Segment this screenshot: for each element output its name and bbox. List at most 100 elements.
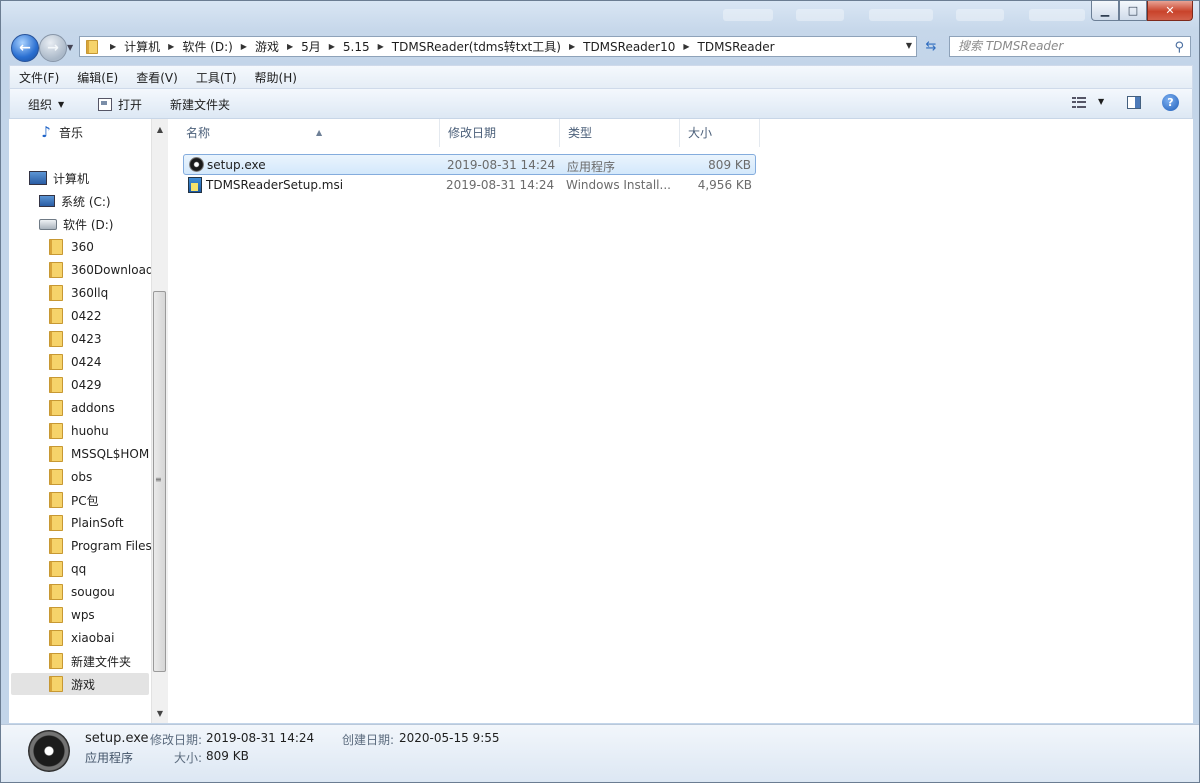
tree-folder[interactable]: 360Download xyxy=(49,260,151,280)
recent-pages-dropdown[interactable]: ▼ xyxy=(67,43,73,52)
file-row-setup-exe[interactable]: setup.exe 2019-08-31 14:24 应用程序 809 KB xyxy=(183,154,756,175)
tree-folder[interactable]: 0423 xyxy=(49,329,102,349)
address-bar[interactable]: ▶ 计算机 ▶ 软件 (D:) ▶ 游戏 ▶ 5月 ▶ 5.15 ▶ TDMSR… xyxy=(79,36,917,57)
title-bar[interactable]: ▁ □ ✕ xyxy=(1,1,1199,31)
forward-button[interactable]: → xyxy=(39,34,67,62)
scroll-up-icon[interactable]: ▲ xyxy=(152,121,168,137)
tree-item-computer[interactable]: 计算机 xyxy=(29,168,89,188)
tree-folder-selected[interactable]: 游戏 xyxy=(49,674,95,694)
tree-folder[interactable]: Program Files xyxy=(49,536,151,556)
tree-item-label: 系统 (C:) xyxy=(61,194,111,209)
computer-icon xyxy=(29,171,47,185)
new-folder-button[interactable]: 新建文件夹 xyxy=(170,96,230,113)
tree-folder[interactable]: 360 xyxy=(49,237,94,257)
tree-folder-label: 360llq xyxy=(71,286,109,300)
explorer-window: ▁ □ ✕ ← → ▼ ▶ 计算机 ▶ 软件 (D:) ▶ 游戏 ▶ 5月 ▶ … xyxy=(0,0,1200,783)
details-size-label: 大小: xyxy=(174,751,203,765)
music-note-icon: ♪ xyxy=(41,123,51,141)
tree-folder[interactable]: qq xyxy=(49,559,86,579)
breadcrumb-tdmsreader10[interactable]: TDMSReader10 xyxy=(583,40,675,54)
tree-folder[interactable]: huohu xyxy=(49,421,109,441)
preview-pane-icon[interactable] xyxy=(1127,96,1141,109)
menu-view[interactable]: 查看(V) xyxy=(127,69,187,86)
tree-folder[interactable]: PlainSoft xyxy=(49,513,124,533)
tree-item-drive-d[interactable]: 软件 (D:) xyxy=(39,214,113,234)
breadcrumb-arrow-icon[interactable]: ▶ xyxy=(168,42,174,51)
details-created-value: 2020-05-15 9:55 xyxy=(399,731,500,745)
tree-folder[interactable]: obs xyxy=(49,467,92,487)
breadcrumb-may[interactable]: 5月 xyxy=(301,38,321,55)
tree-item-music[interactable]: ♪ 音乐 xyxy=(39,122,83,142)
breadcrumb-arrow-icon[interactable]: ▶ xyxy=(329,42,335,51)
sort-ascending-icon: ▲ xyxy=(316,128,323,137)
view-options-dropdown[interactable]: ▼ xyxy=(1098,97,1104,106)
details-size-value: 809 KB xyxy=(206,749,249,763)
open-label: 打开 xyxy=(118,98,143,112)
breadcrumb-drive-d[interactable]: 软件 (D:) xyxy=(182,38,232,55)
close-button[interactable]: ✕ xyxy=(1147,1,1193,21)
address-history-dropdown[interactable]: ▼ xyxy=(906,41,912,50)
tree-folder[interactable]: addons xyxy=(49,398,115,418)
file-list: 名称 ▲ 修改日期 类型 大小 setup.exe 2019-08-31 14:… xyxy=(168,119,1193,723)
breadcrumb-computer[interactable]: 计算机 xyxy=(124,38,160,55)
breadcrumb-tdmsreader[interactable]: TDMSReader xyxy=(698,40,775,54)
background-window-ghost xyxy=(956,9,1004,21)
menu-help[interactable]: 帮助(H) xyxy=(246,69,306,86)
minimize-icon: ▁ xyxy=(1100,4,1110,17)
folder-icon xyxy=(49,607,63,623)
breadcrumb-arrow-icon[interactable]: ▶ xyxy=(287,42,293,51)
tree-folder-label: sougou xyxy=(71,585,115,599)
tree-folder[interactable]: MSSQL$HOM xyxy=(49,444,149,464)
navigation-scrollbar[interactable]: ▲ ≡ ▼ xyxy=(151,119,168,723)
tree-folder[interactable]: 0424 xyxy=(49,352,102,372)
column-header-date[interactable]: 修改日期 xyxy=(440,119,560,147)
tree-folder[interactable]: PC包 xyxy=(49,490,99,510)
tree-folder-label: 0424 xyxy=(71,355,102,369)
organize-label: 组织 xyxy=(28,98,53,112)
tree-folder[interactable]: wps xyxy=(49,605,95,625)
open-button[interactable]: 打开 xyxy=(98,96,142,113)
breadcrumb-arrow-icon[interactable]: ▶ xyxy=(241,42,247,51)
back-button[interactable]: ← xyxy=(11,34,39,62)
tree-folder[interactable]: 360llq xyxy=(49,283,108,303)
organize-button[interactable]: 组织 ▼ xyxy=(28,96,64,113)
breadcrumb-games[interactable]: 游戏 xyxy=(255,38,279,55)
tree-folder[interactable]: 0422 xyxy=(49,306,102,326)
folder-icon xyxy=(49,515,63,531)
tree-folder-label: 游戏 xyxy=(71,677,96,692)
minimize-button[interactable]: ▁ xyxy=(1091,1,1119,21)
maximize-button[interactable]: □ xyxy=(1119,1,1147,21)
help-icon[interactable]: ? xyxy=(1162,94,1179,111)
hard-drive-icon xyxy=(39,218,57,230)
breadcrumb-arrow-icon[interactable]: ▶ xyxy=(569,42,575,51)
tree-folder[interactable]: 新建文件夹 xyxy=(49,651,131,671)
breadcrumb-arrow-icon[interactable]: ▶ xyxy=(110,42,116,51)
tree-folder[interactable]: 0429 xyxy=(49,375,102,395)
column-header-size[interactable]: 大小 xyxy=(680,119,760,147)
search-input[interactable]: 搜索 TDMSReader ⚲ xyxy=(949,36,1191,57)
column-header-name[interactable]: 名称 ▲ xyxy=(178,119,440,147)
file-size: 4,956 KB xyxy=(697,178,752,192)
column-header-type[interactable]: 类型 xyxy=(560,119,680,147)
breadcrumb-arrow-icon[interactable]: ▶ xyxy=(378,42,384,51)
breadcrumb-5-15[interactable]: 5.15 xyxy=(343,40,370,54)
search-icon[interactable]: ⚲ xyxy=(1174,38,1184,57)
search-placeholder: 搜索 TDMSReader xyxy=(958,39,1064,53)
breadcrumb-arrow-icon[interactable]: ▶ xyxy=(683,42,689,51)
menu-tools[interactable]: 工具(T) xyxy=(187,69,246,86)
tree-folder[interactable]: sougou xyxy=(49,582,115,602)
tree-folder[interactable]: xiaobai xyxy=(49,628,114,648)
file-date: 2019-08-31 14:24 xyxy=(446,178,555,192)
breadcrumb-tdmsreader-tool[interactable]: TDMSReader(tdms转txt工具) xyxy=(392,38,561,55)
scroll-down-icon[interactable]: ▼ xyxy=(152,705,168,721)
folder-icon xyxy=(49,400,63,416)
installer-disc-icon xyxy=(189,157,204,172)
file-row-msi[interactable]: TDMSReaderSetup.msi 2019-08-31 14:24 Win… xyxy=(183,175,756,196)
change-view-icon[interactable] xyxy=(1072,97,1086,109)
menu-edit[interactable]: 编辑(E) xyxy=(68,69,127,86)
arrow-left-icon: ← xyxy=(19,40,31,56)
tree-item-drive-c[interactable]: 系统 (C:) xyxy=(39,191,111,211)
tree-folder-label: PlainSoft xyxy=(71,516,124,530)
refresh-button[interactable]: ⇆ xyxy=(921,36,941,57)
menu-file[interactable]: 文件(F) xyxy=(10,69,68,86)
